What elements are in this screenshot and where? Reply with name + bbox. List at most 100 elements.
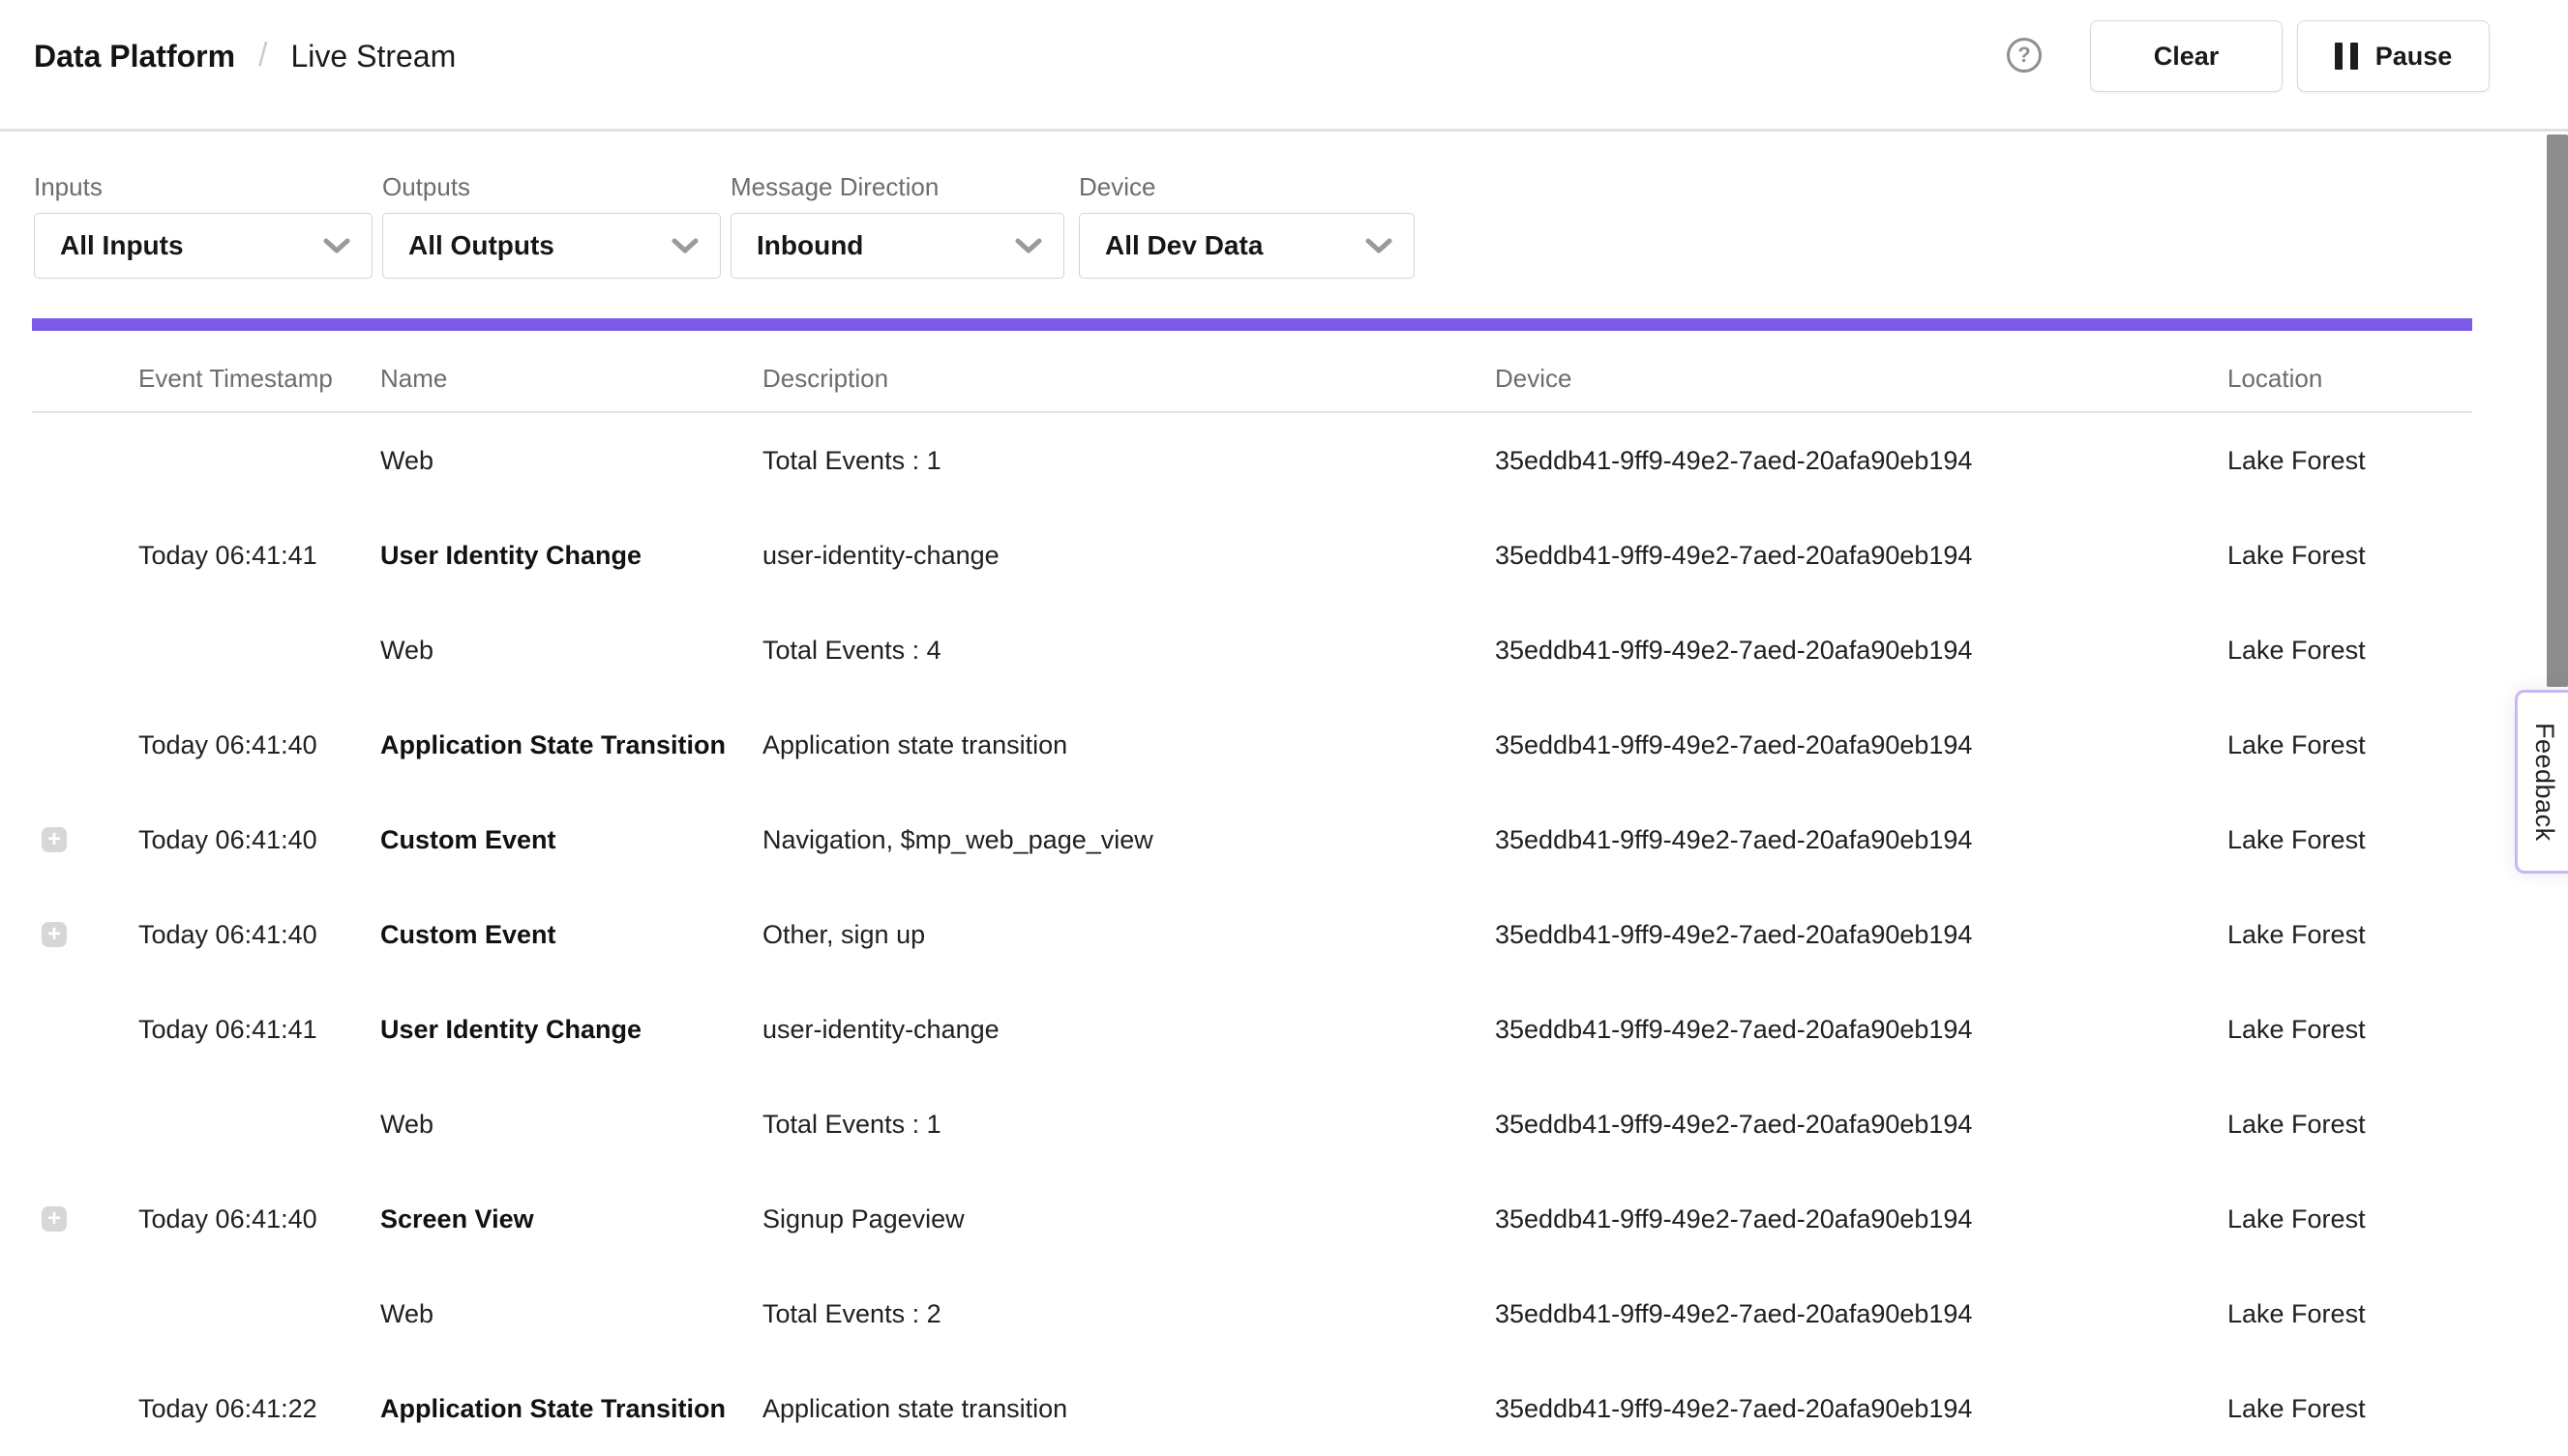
cell-location: Lake Forest bbox=[2227, 603, 2366, 698]
cell-location: Lake Forest bbox=[2227, 698, 2366, 792]
table-header-row: Event Timestamp Name Description Device … bbox=[32, 331, 2472, 413]
cell-device: 35eddb41-9ff9-49e2-7aed-20afa90eb194 bbox=[1495, 1361, 1972, 1456]
expand-row-button[interactable]: + bbox=[42, 1206, 67, 1232]
cell-event-timestamp: Today 06:41:40 bbox=[138, 698, 317, 792]
table-row[interactable]: + Today 06:41:40 Custom Event Navigation… bbox=[32, 792, 2472, 887]
cell-description: Navigation, $mp_web_page_view bbox=[762, 792, 1153, 887]
cell-event-timestamp: Today 06:41:40 bbox=[138, 792, 317, 887]
cell-name: Application State Transition bbox=[380, 698, 726, 792]
page-title: Live Stream bbox=[291, 39, 457, 74]
column-header-name: Name bbox=[380, 364, 447, 394]
cell-location: Lake Forest bbox=[2227, 1266, 2366, 1361]
accent-bar bbox=[32, 318, 2472, 331]
cell-event-timestamp: Today 06:41:41 bbox=[138, 508, 317, 603]
expand-cell bbox=[42, 603, 80, 698]
table-row[interactable]: Today 06:41:40 Application State Transit… bbox=[32, 698, 2472, 792]
table-row[interactable]: Web Total Events : 2 35eddb41-9ff9-49e2-… bbox=[32, 1266, 2472, 1361]
cell-location: Lake Forest bbox=[2227, 508, 2366, 603]
cell-event-timestamp: Today 06:41:22 bbox=[138, 1361, 317, 1456]
header: Data Platform / Live Stream ? Clear Paus… bbox=[0, 0, 2568, 132]
device-dropdown[interactable]: All Dev Data bbox=[1079, 213, 1415, 279]
cell-device: 35eddb41-9ff9-49e2-7aed-20afa90eb194 bbox=[1495, 508, 1972, 603]
chevron-down-icon bbox=[672, 237, 699, 254]
table-row[interactable]: + Today 06:41:40 Screen View Signup Page… bbox=[32, 1172, 2472, 1266]
expand-cell bbox=[42, 698, 80, 792]
pause-button-label: Pause bbox=[2375, 42, 2453, 72]
cell-device: 35eddb41-9ff9-49e2-7aed-20afa90eb194 bbox=[1495, 982, 1972, 1077]
cell-event-timestamp: Today 06:41:40 bbox=[138, 887, 317, 982]
cell-name: Custom Event bbox=[380, 792, 556, 887]
cell-name: Web bbox=[380, 1266, 433, 1361]
filter-inputs-label: Inputs bbox=[34, 174, 373, 199]
cell-description: Total Events : 1 bbox=[762, 1077, 941, 1172]
scrollbar-thumb[interactable] bbox=[2547, 134, 2568, 687]
filter-device: Device All Dev Data bbox=[1079, 174, 1415, 279]
filter-device-label: Device bbox=[1079, 174, 1415, 199]
outputs-dropdown[interactable]: All Outputs bbox=[382, 213, 721, 279]
cell-location: Lake Forest bbox=[2227, 413, 2366, 508]
chevron-down-icon bbox=[1015, 237, 1042, 254]
table-row[interactable]: Web Total Events : 1 35eddb41-9ff9-49e2-… bbox=[32, 413, 2472, 508]
cell-location: Lake Forest bbox=[2227, 792, 2366, 887]
filter-outputs: Outputs All Outputs bbox=[382, 174, 721, 279]
filter-message-direction-label: Message Direction bbox=[731, 174, 1064, 199]
expand-cell bbox=[42, 982, 80, 1077]
table-row[interactable]: Web Total Events : 4 35eddb41-9ff9-49e2-… bbox=[32, 603, 2472, 698]
outputs-dropdown-value: All Outputs bbox=[408, 230, 554, 261]
cell-name: Application State Transition bbox=[380, 1361, 726, 1456]
cell-description: Signup Pageview bbox=[762, 1172, 965, 1266]
live-stream-page: Data Platform / Live Stream ? Clear Paus… bbox=[0, 0, 2568, 1438]
pause-button[interactable]: Pause bbox=[2297, 20, 2490, 92]
table-row[interactable]: Web Total Events : 1 35eddb41-9ff9-49e2-… bbox=[32, 1077, 2472, 1172]
filter-message-direction: Message Direction Inbound bbox=[731, 174, 1064, 279]
table-row[interactable]: Today 06:41:41 User Identity Change user… bbox=[32, 508, 2472, 603]
column-header-event-timestamp: Event Timestamp bbox=[138, 364, 333, 394]
cell-device: 35eddb41-9ff9-49e2-7aed-20afa90eb194 bbox=[1495, 603, 1972, 698]
cell-device: 35eddb41-9ff9-49e2-7aed-20afa90eb194 bbox=[1495, 413, 1972, 508]
table-row[interactable]: Today 06:41:41 User Identity Change user… bbox=[32, 982, 2472, 1077]
feedback-tab[interactable]: Feedback bbox=[2515, 690, 2568, 874]
cell-description: Application state transition bbox=[762, 698, 1067, 792]
breadcrumb-separator: / bbox=[258, 37, 267, 74]
expand-cell bbox=[42, 508, 80, 603]
cell-name: Screen View bbox=[380, 1172, 534, 1266]
message-direction-dropdown-value: Inbound bbox=[757, 230, 863, 261]
expand-cell bbox=[42, 1077, 80, 1172]
clear-button[interactable]: Clear bbox=[2090, 20, 2283, 92]
filter-inputs: Inputs All Inputs bbox=[34, 174, 373, 279]
cell-location: Lake Forest bbox=[2227, 1077, 2366, 1172]
inputs-dropdown-value: All Inputs bbox=[60, 230, 184, 261]
column-header-location: Location bbox=[2227, 364, 2322, 394]
table-body: Web Total Events : 1 35eddb41-9ff9-49e2-… bbox=[32, 413, 2472, 1456]
expand-cell bbox=[42, 413, 80, 508]
chevron-down-icon bbox=[1365, 237, 1392, 254]
cell-device: 35eddb41-9ff9-49e2-7aed-20afa90eb194 bbox=[1495, 1172, 1972, 1266]
breadcrumb-data-platform[interactable]: Data Platform bbox=[34, 39, 235, 74]
cell-description: Application state transition bbox=[762, 1361, 1067, 1456]
table-row[interactable]: Today 06:41:22 Application State Transit… bbox=[32, 1361, 2472, 1456]
chevron-down-icon bbox=[323, 237, 350, 254]
cell-description: Total Events : 1 bbox=[762, 413, 941, 508]
expand-row-button[interactable]: + bbox=[42, 922, 67, 947]
cell-device: 35eddb41-9ff9-49e2-7aed-20afa90eb194 bbox=[1495, 1266, 1972, 1361]
cell-name: Custom Event bbox=[380, 887, 556, 982]
cell-location: Lake Forest bbox=[2227, 887, 2366, 982]
column-header-device: Device bbox=[1495, 364, 1571, 394]
cell-description: Total Events : 4 bbox=[762, 603, 941, 698]
breadcrumb: Data Platform / Live Stream bbox=[34, 35, 456, 77]
clear-button-label: Clear bbox=[2154, 42, 2220, 72]
cell-location: Lake Forest bbox=[2227, 1361, 2366, 1456]
pause-icon bbox=[2335, 43, 2358, 70]
column-header-description: Description bbox=[762, 364, 888, 394]
cell-name: User Identity Change bbox=[380, 508, 642, 603]
filters-bar: Inputs All Inputs Outputs All Outputs Me… bbox=[0, 174, 2568, 290]
message-direction-dropdown[interactable]: Inbound bbox=[731, 213, 1064, 279]
help-icon[interactable]: ? bbox=[2007, 38, 2042, 73]
expand-row-button[interactable]: + bbox=[42, 827, 67, 852]
inputs-dropdown[interactable]: All Inputs bbox=[34, 213, 373, 279]
expand-cell: + bbox=[42, 1172, 80, 1266]
cell-name: User Identity Change bbox=[380, 982, 642, 1077]
table-row[interactable]: + Today 06:41:40 Custom Event Other, sig… bbox=[32, 887, 2472, 982]
cell-location: Lake Forest bbox=[2227, 982, 2366, 1077]
expand-cell bbox=[42, 1266, 80, 1361]
